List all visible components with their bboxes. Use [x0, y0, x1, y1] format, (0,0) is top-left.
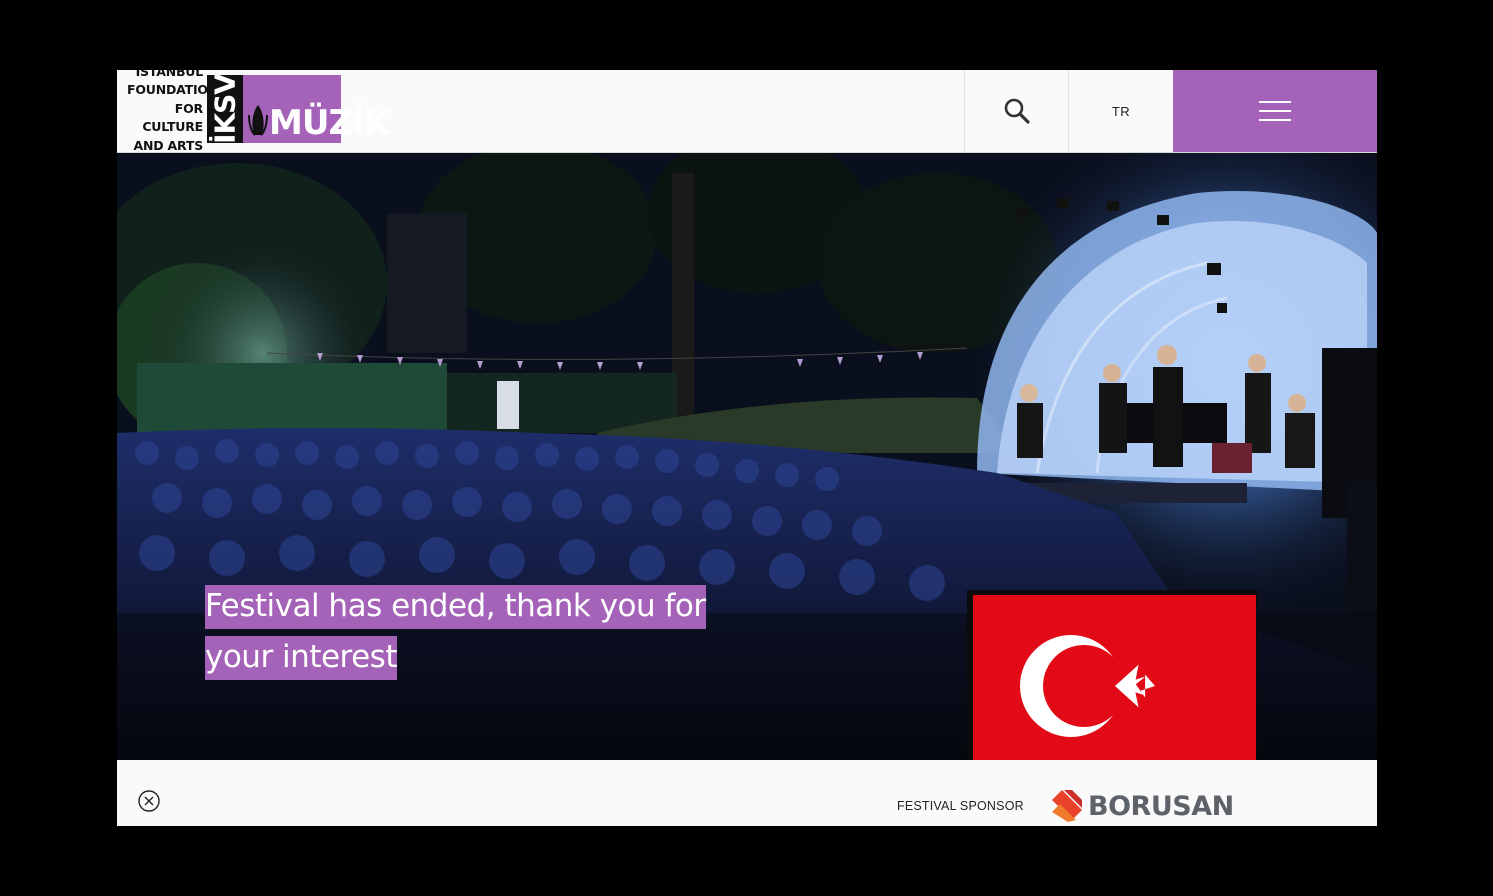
hamburger-menu-icon	[1259, 101, 1291, 121]
iksv-mark: İKSV	[207, 74, 243, 144]
festival-sponsor-label: FESTIVAL SPONSOR	[897, 799, 1024, 813]
festival-ended-message: Festival has ended, thank you for your i…	[205, 581, 765, 683]
borusan-mark-icon	[1052, 790, 1082, 822]
crescent-star-icon	[1020, 635, 1155, 737]
close-circle-icon[interactable]	[138, 790, 160, 812]
turkey-flag	[973, 595, 1256, 760]
language-label: TR	[1111, 103, 1131, 119]
browser-viewport: ISTANBUL FOUNDATION FOR CULTURE AND ARTS…	[117, 70, 1377, 826]
muzik-mark: MÜZİK	[243, 75, 390, 143]
menu-button[interactable]	[1173, 70, 1377, 152]
hero-banner: Festival has ended, thank you for your i…	[117, 153, 1377, 760]
muzik-text: MÜZİK	[269, 103, 390, 143]
search-button[interactable]	[964, 70, 1069, 152]
search-icon	[1004, 98, 1030, 124]
sponsor-bar: FESTIVAL SPONSOR BORUSAN	[117, 760, 1377, 826]
borusan-logo[interactable]: BORUSAN	[1052, 790, 1234, 822]
borusan-wordmark: BORUSAN	[1088, 790, 1234, 822]
logo-line: FOUNDATION	[127, 82, 219, 98]
logo-line: ISTANBUL	[135, 70, 204, 79]
headline-text: Festival has ended, thank you for your i…	[205, 585, 706, 680]
iksv-mark-text: İKSV	[208, 74, 242, 144]
logo-line: FOR CULTURE	[142, 100, 203, 135]
tulip-icon	[248, 105, 268, 136]
language-toggle[interactable]: TR	[1068, 70, 1173, 152]
site-header: ISTANBUL FOUNDATION FOR CULTURE AND ARTS…	[117, 70, 1377, 153]
foundation-name: ISTANBUL FOUNDATION FOR CULTURE AND ARTS	[127, 70, 219, 155]
iksv-muzik-logo[interactable]: ISTANBUL FOUNDATION FOR CULTURE AND ARTS…	[127, 70, 390, 153]
turkey-flag-banner	[967, 590, 1257, 760]
